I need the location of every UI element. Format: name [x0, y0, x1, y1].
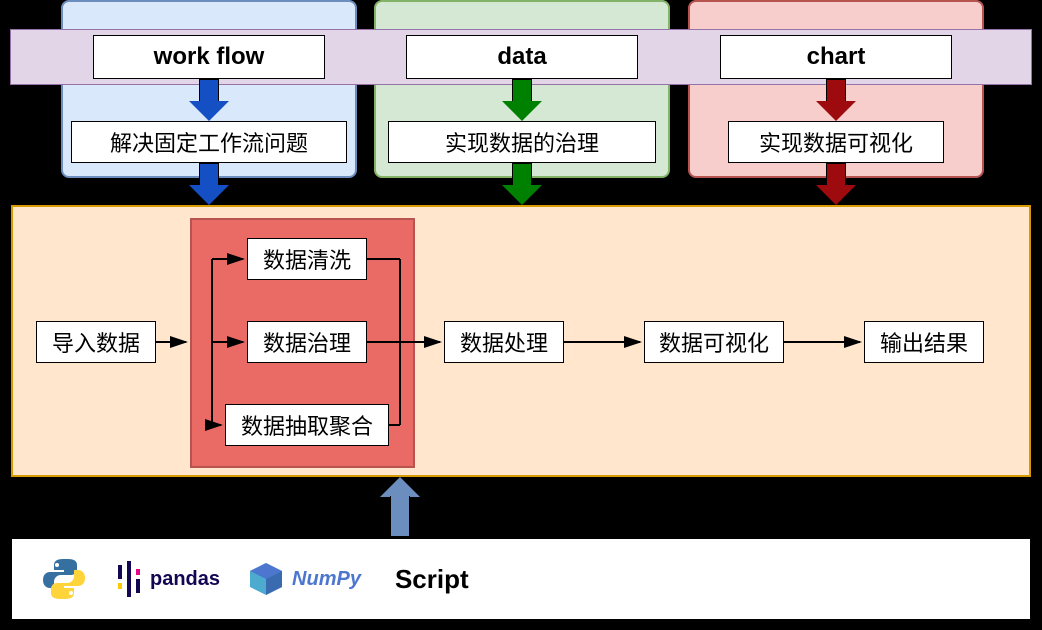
desc-workflow: 解决固定工作流问题	[71, 121, 347, 163]
desc-workflow-label: 解决固定工作流问题	[110, 126, 308, 158]
node-data-vis: 数据可视化	[644, 321, 784, 363]
arrow-down-icon	[502, 163, 542, 205]
arrow-down-icon	[816, 163, 856, 205]
node-data-vis-label: 数据可视化	[659, 326, 769, 358]
python-icon	[40, 555, 88, 603]
arrow-up-icon	[380, 477, 420, 537]
header-workflow: work flow	[93, 35, 325, 79]
desc-chart: 实现数据可视化	[728, 121, 944, 163]
script-toolbar: pandas NumPy Script	[11, 538, 1031, 620]
pandas-logo: pandas	[116, 561, 220, 597]
node-data-govern: 数据治理	[247, 321, 367, 363]
header-data: data	[406, 35, 638, 79]
node-import-data-label: 导入数据	[52, 326, 140, 358]
node-output-label: 输出结果	[880, 326, 968, 358]
python-logo	[40, 555, 88, 603]
pandas-icon	[116, 561, 142, 597]
node-import-data: 导入数据	[36, 321, 156, 363]
arrow-down-icon	[189, 79, 229, 121]
numpy-logo-label: NumPy	[292, 568, 361, 591]
pandas-logo-label: pandas	[150, 568, 220, 591]
header-chart-label: chart	[807, 43, 866, 71]
desc-data: 实现数据的治理	[388, 121, 656, 163]
node-data-aggregate-label: 数据抽取聚合	[241, 409, 373, 441]
script-label: Script	[395, 564, 469, 595]
numpy-logo: NumPy	[248, 561, 361, 597]
node-output: 输出结果	[864, 321, 984, 363]
node-data-process-label: 数据处理	[460, 326, 548, 358]
numpy-icon	[248, 561, 284, 597]
node-data-clean: 数据清洗	[247, 238, 367, 280]
header-workflow-label: work flow	[154, 43, 265, 71]
arrow-down-icon	[816, 79, 856, 121]
arrow-down-icon	[189, 163, 229, 205]
node-data-process: 数据处理	[444, 321, 564, 363]
desc-chart-label: 实现数据可视化	[759, 126, 913, 158]
node-data-govern-label: 数据治理	[263, 326, 351, 358]
node-data-aggregate: 数据抽取聚合	[225, 404, 389, 446]
desc-data-label: 实现数据的治理	[445, 126, 599, 158]
header-data-label: data	[497, 43, 546, 71]
header-chart: chart	[720, 35, 952, 79]
node-data-clean-label: 数据清洗	[263, 243, 351, 275]
arrow-down-icon	[502, 79, 542, 121]
